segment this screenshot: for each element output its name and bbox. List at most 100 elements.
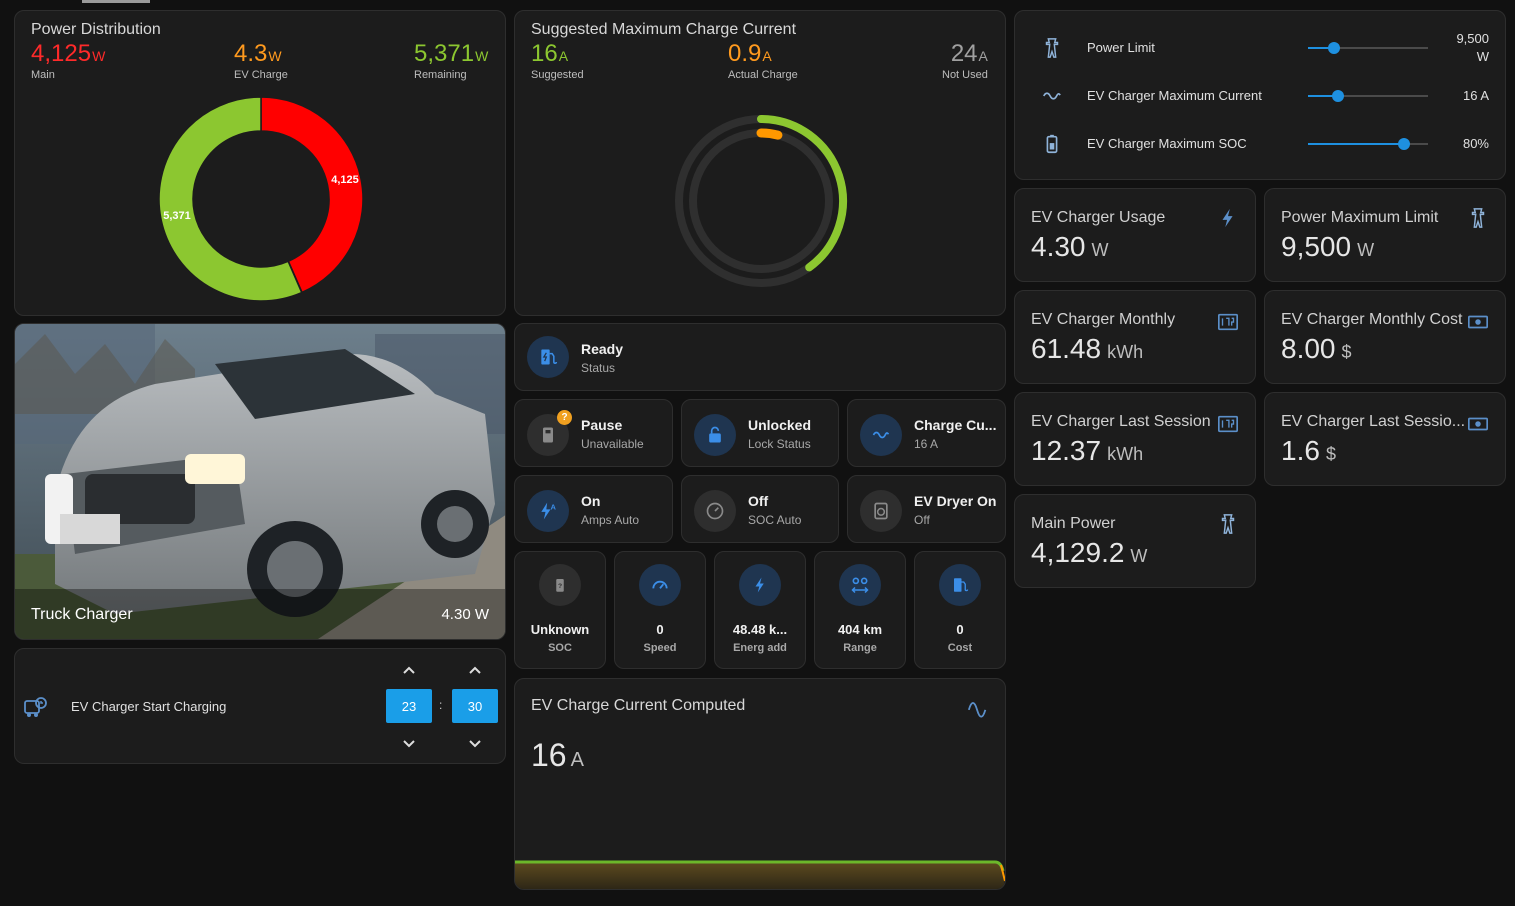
max-soc-slider[interactable]: [1308, 138, 1428, 150]
max-current-slider[interactable]: [1308, 90, 1428, 102]
card-title: Power Distribution: [31, 21, 161, 38]
slider-knob[interactable]: [1332, 90, 1344, 102]
entity-card-monthly[interactable]: EV Charger Monthly 61.48 kWh: [1014, 290, 1256, 384]
computed-current-card[interactable]: EV Charge Current Computed 16 A: [514, 678, 1006, 890]
ev-charge-label: EV Charge: [234, 69, 288, 81]
stat-label: SOC: [548, 642, 572, 654]
dryer-icon: [860, 490, 902, 532]
limits-sliders-card: Power Limit 9,500 W EV Charger Maximum Cu…: [1014, 10, 1506, 180]
sine-wave-icon: [967, 702, 987, 718]
truck-picture-card[interactable]: Truck Charger 4.30 W: [14, 323, 506, 640]
entity-number: 1.6: [1281, 435, 1320, 466]
entity-title: EV Charger Last Sessio...: [1281, 413, 1466, 430]
power-limit-value: 9,500: [1456, 31, 1489, 46]
start-charging-card: EV Charger Start Charging 23 : 30: [14, 648, 506, 764]
lock-icon: [694, 414, 736, 456]
lock-tile[interactable]: Unlocked Lock Status: [681, 399, 839, 467]
entity-value: 12.37 kWh: [1031, 435, 1143, 467]
entity-unit: $: [1341, 342, 1352, 362]
tile-sub: 16 A: [914, 437, 939, 451]
entity-card-main-power[interactable]: Main Power 4,129.2 W: [1014, 494, 1256, 588]
pause-tile[interactable]: ? Pause Unavailable: [514, 399, 673, 467]
entity-card-last-session-cost[interactable]: EV Charger Last Sessio... 1.6 $: [1264, 392, 1506, 486]
entity-card-monthly-cost[interactable]: EV Charger Monthly Cost 8.00 $: [1264, 290, 1506, 384]
transmission-tower-icon: [1045, 38, 1059, 58]
ev-dryer-tile[interactable]: EV Dryer On Off: [847, 475, 1006, 543]
entity-value: 4,129.2 W: [1031, 537, 1147, 569]
charge-current-tile[interactable]: Charge Cu... 16 A: [847, 399, 1006, 467]
computed-history-graph: [515, 860, 1005, 889]
stat-value: 0: [956, 622, 964, 637]
status-tile[interactable]: Ready Status: [514, 323, 1006, 391]
tile-title: Charge Cu...: [914, 417, 997, 433]
entity-value: 4.30 W: [1031, 231, 1109, 263]
slider-row-max-soc: EV Charger Maximum SOC 80%: [1015, 124, 1505, 164]
battery-icon: [1046, 134, 1058, 154]
entity-card-last-session[interactable]: EV Charger Last Session 12.37 kWh: [1014, 392, 1256, 486]
power-limit-slider[interactable]: [1308, 42, 1428, 54]
tile-title: On: [581, 493, 601, 509]
entity-title: Power Maximum Limit: [1281, 209, 1439, 226]
entity-unit: kWh: [1107, 342, 1144, 362]
cost-stat-tile[interactable]: 0 Cost: [914, 551, 1006, 669]
tile-title: Unlocked: [748, 417, 812, 433]
entity-unit: W: [1357, 240, 1375, 260]
speed-stat-tile[interactable]: 0 Speed: [614, 551, 706, 669]
stat-label: Energ add: [733, 642, 787, 654]
energy-stat-tile[interactable]: 48.48 k... Energ add: [714, 551, 806, 669]
main-power-unit: W: [92, 48, 106, 64]
minute-input[interactable]: 30: [452, 689, 498, 723]
entity-unit: kWh: [1107, 444, 1144, 464]
entity-unit: $: [1325, 444, 1336, 464]
slider-knob[interactable]: [1398, 138, 1410, 150]
remaining-unit: W: [475, 48, 489, 64]
computed-number: 16: [531, 737, 567, 773]
entity-title: Main Power: [1031, 515, 1116, 532]
entity-number: 12.37: [1031, 435, 1102, 466]
ev-station-icon: [527, 336, 569, 378]
slider-row-max-current: EV Charger Maximum Current 16 A: [1015, 76, 1505, 116]
entity-card-usage[interactable]: EV Charger Usage 4.30 W: [1014, 188, 1256, 282]
entity-card-power-max[interactable]: Power Maximum Limit 9,500 W: [1264, 188, 1506, 282]
actual-charge-stat: 0.9A Actual Charge: [728, 40, 798, 81]
slider-label: EV Charger Maximum SOC: [1087, 136, 1247, 151]
current-ac-icon: [860, 414, 902, 456]
entity-value: 9,500 W: [1281, 231, 1374, 263]
suggested-current-card[interactable]: Suggested Maximum Charge Current 16A Sug…: [514, 10, 1006, 316]
tile-sub: SOC Auto: [748, 513, 802, 527]
slider-row-power-limit: Power Limit 9,500 W: [1015, 28, 1505, 68]
entity-number: 4.30: [1031, 231, 1086, 262]
hour-input[interactable]: 23: [386, 689, 432, 723]
map-marker-distance-icon: [839, 564, 881, 606]
soc-stat-tile[interactable]: ? Unknown SOC: [514, 551, 606, 669]
hour-down-chevron-icon[interactable]: [402, 737, 416, 751]
minute-down-chevron-icon[interactable]: [468, 737, 482, 751]
entity-number: 9,500: [1281, 231, 1352, 262]
remaining-stat: 5,371W Remaining: [414, 40, 488, 81]
amps-auto-tile[interactable]: A On Amps Auto: [514, 475, 673, 543]
hour-up-chevron-icon[interactable]: [402, 663, 416, 677]
range-stat-tile[interactable]: 404 km Range: [814, 551, 906, 669]
entity-number: 4,129.2: [1031, 537, 1125, 568]
tile-sub: Off: [914, 513, 930, 527]
slider-label: Power Limit: [1087, 40, 1155, 55]
stat-label: Range: [843, 642, 877, 654]
slider-knob[interactable]: [1328, 42, 1341, 54]
soc-auto-tile[interactable]: Off SOC Auto: [681, 475, 839, 543]
transmission-tower-icon: [1471, 208, 1485, 228]
remaining-value: 5,371: [414, 40, 475, 67]
entity-unit: W: [1130, 546, 1148, 566]
status-title: Ready: [581, 341, 624, 357]
card-title: EV Charge Current Computed: [531, 697, 746, 714]
power-donut-chart[interactable]: 4,125 5,371: [155, 93, 367, 305]
donut-segment-main[interactable]: [260, 96, 364, 294]
battery-unknown-icon: ?: [539, 564, 581, 606]
donut-label-remaining: 5,371: [163, 210, 191, 222]
remaining-label: Remaining: [414, 69, 467, 81]
meter-icon: [1218, 415, 1238, 433]
tile-title: Off: [748, 493, 769, 509]
svg-text:A: A: [551, 502, 557, 511]
not-used-unit: A: [978, 48, 988, 64]
power-distribution-card[interactable]: Power Distribution 4,125W Main 4.3W EV C…: [14, 10, 506, 316]
minute-up-chevron-icon[interactable]: [468, 663, 482, 677]
